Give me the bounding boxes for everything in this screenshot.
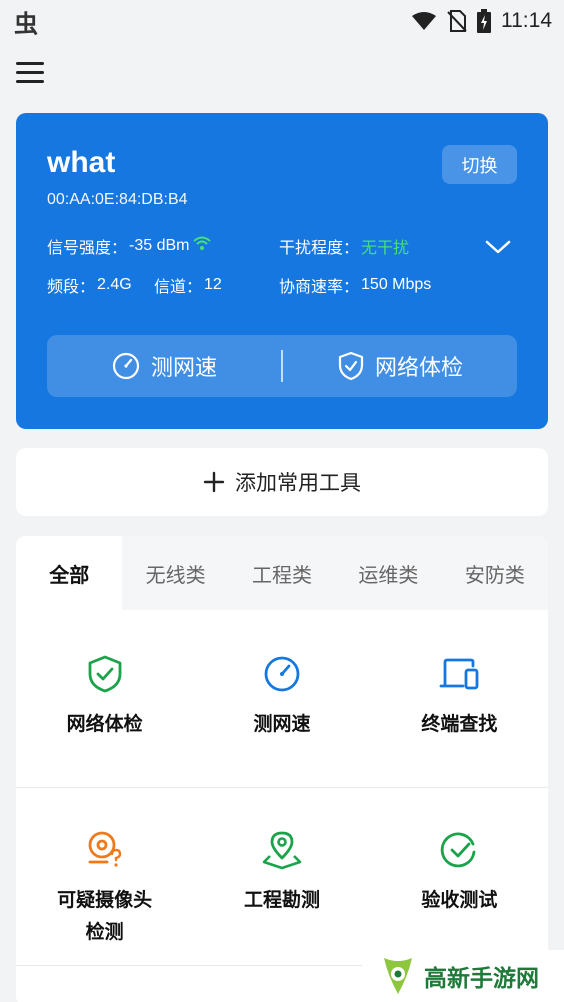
tool-suspicious-camera-detection[interactable]: 可疑摄像头 检测: [16, 788, 193, 965]
rate-value: 150 Mbps: [361, 276, 432, 293]
map-pin-icon: [262, 831, 302, 870]
negotiated-rate: 协商速率： 150 Mbps: [279, 273, 431, 297]
tool-acceptance-test[interactable]: 验收测试: [371, 788, 548, 965]
watermark: 高新手游网: [362, 950, 564, 1002]
switch-wifi-button[interactable]: 切换: [442, 145, 517, 184]
wifi-info-card: what 00:AA:0E:84:DB:B4 切换 信号强度： -35 dBm …: [16, 113, 548, 429]
add-tools-label: 添加常用工具: [235, 471, 361, 495]
channel-label: 信道：: [154, 279, 203, 296]
tool-device-finder[interactable]: 终端查找: [371, 610, 548, 787]
tool-label-line-1: 可疑摄像头: [57, 889, 153, 911]
tool-label: 网络体检: [66, 713, 143, 735]
wifi-signal-icon: [193, 236, 212, 250]
band-label: 频段：: [47, 279, 96, 296]
tab-security[interactable]: 安防类: [442, 536, 548, 610]
tool-site-survey[interactable]: 工程勘测: [193, 788, 370, 965]
tools-row: 可疑摄像头 检测 工程勘测 验收测试: [16, 788, 548, 966]
no-sim-icon: [447, 10, 467, 32]
card-actions: 测网速 网络体检: [47, 335, 517, 397]
tab-wireless[interactable]: 无线类: [122, 536, 228, 610]
speedometer-icon: [112, 352, 140, 380]
check-circle-icon: [441, 832, 476, 868]
tool-label: 验收测试: [421, 889, 498, 911]
camera-search-icon: [88, 831, 121, 867]
wifi-mac-address: 00:AA:0E:84:DB:B4: [47, 191, 188, 208]
band: 频段： 2.4G: [47, 273, 132, 297]
tab-operations[interactable]: 运维类: [335, 536, 441, 610]
speed-test-label: 测网速: [150, 356, 217, 381]
tool-speed-test[interactable]: 测网速: [193, 610, 370, 787]
network-checkup-label: 网络体检: [374, 356, 463, 381]
shield-check-icon: [88, 655, 122, 693]
top-app-bar: [0, 50, 564, 96]
tool-label: 工程勘测: [243, 889, 320, 911]
channel: 信道： 12: [154, 273, 222, 297]
category-tabs: 全部 无线类 工程类 运维类 安防类: [16, 536, 548, 610]
channel-value: 12: [204, 276, 222, 293]
shield-check-icon: [338, 351, 364, 381]
add-common-tools-button[interactable]: 添加常用工具: [16, 448, 548, 516]
signal-strength-value: -35 dBm: [129, 237, 190, 254]
interference-value: 无干扰: [361, 240, 410, 257]
watermark-text: 高新手游网: [424, 966, 539, 992]
wifi-ssid: what: [47, 146, 116, 179]
clock: 11:14: [501, 9, 552, 32]
wifi-icon: [412, 12, 436, 30]
tool-label: 终端查找: [421, 713, 498, 735]
chevron-down-icon[interactable]: [485, 237, 511, 257]
status-bar: 虫 11:14: [0, 0, 564, 42]
network-checkup-button[interactable]: 网络体检: [283, 335, 517, 397]
tools-panel: 全部 无线类 工程类 运维类 安防类 网络体检 测网速 终端查找 可疑摄像头 检…: [16, 536, 548, 1002]
speed-test-button[interactable]: 测网速: [47, 335, 281, 397]
signal-strength-label: 信号强度：: [47, 240, 128, 257]
tool-label: 可疑摄像头 检测: [16, 884, 193, 948]
band-value: 2.4G: [97, 276, 132, 293]
status-icons: 11:14: [411, 9, 552, 33]
interference-level: 干扰程度： 无干扰: [279, 234, 409, 258]
tool-network-checkup[interactable]: 网络体检: [16, 610, 193, 787]
battery-charging-icon: [477, 9, 491, 33]
app-notification-icon: 虫: [14, 9, 38, 38]
tab-all[interactable]: 全部: [16, 536, 123, 610]
tool-label: 测网速: [253, 713, 311, 735]
speedometer-icon: [264, 656, 300, 692]
rate-label: 协商速率：: [279, 279, 360, 296]
tools-row: 网络体检 测网速 终端查找: [16, 610, 548, 788]
menu-icon[interactable]: [16, 60, 46, 86]
tool-label-line-2: 检测: [85, 921, 124, 943]
tab-engineering[interactable]: 工程类: [229, 536, 335, 610]
interference-label: 干扰程度：: [279, 240, 360, 257]
signal-strength: 信号强度： -35 dBm: [47, 234, 212, 258]
devices-icon: [439, 658, 479, 690]
watermark-logo-icon: [384, 958, 412, 994]
plus-icon: [203, 471, 225, 493]
